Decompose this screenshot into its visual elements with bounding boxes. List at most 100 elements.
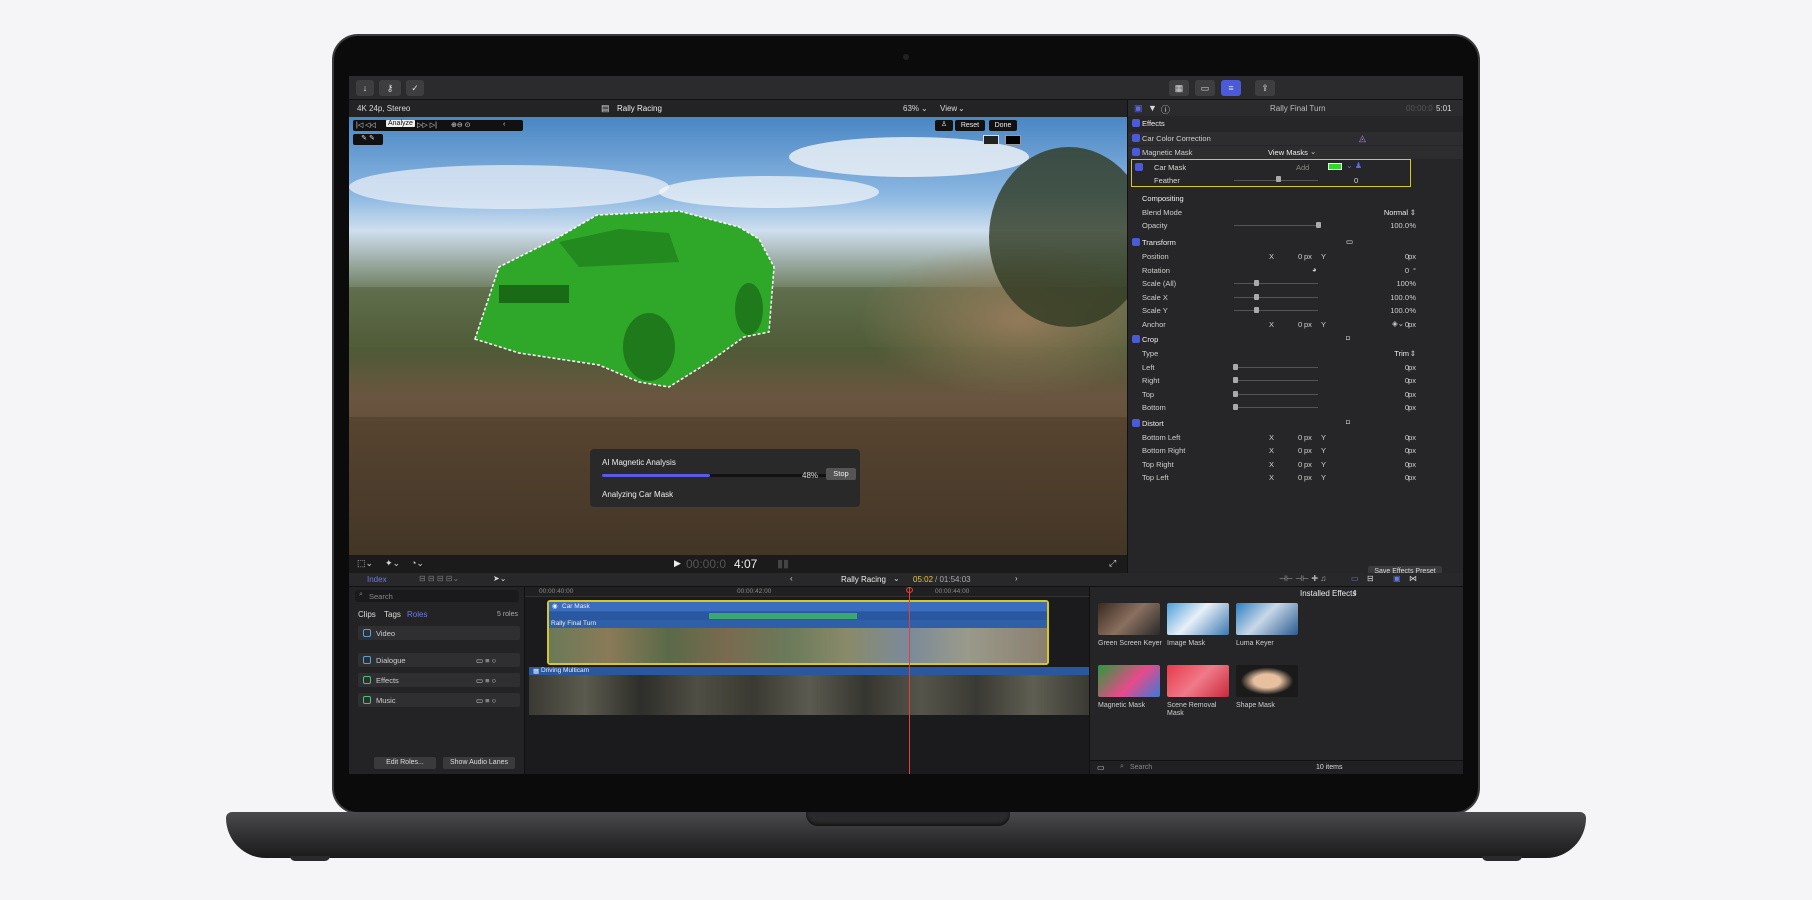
chevron-left-icon[interactable]: ‹ <box>790 574 793 583</box>
tab-tags[interactable]: Tags <box>384 610 401 619</box>
select-tool-icon[interactable]: ➤⌄ <box>493 574 506 583</box>
checkbox[interactable] <box>1135 163 1143 171</box>
step-back-icon[interactable]: |◁ ◁◁ <box>356 121 376 129</box>
transitions-icon[interactable]: ⋈ <box>1409 574 1417 583</box>
import-icon[interactable]: ↓ <box>356 80 374 96</box>
browser-toggle-icon[interactable]: ▦ <box>1169 80 1189 96</box>
blend-mode-menu[interactable]: Normal <box>1384 208 1408 217</box>
reset-button[interactable]: Reset <box>955 120 985 131</box>
car-mask-effect-bar[interactable]: ◉ Car Mask <box>549 602 1047 611</box>
tab-roles[interactable]: Roles <box>407 610 427 619</box>
scale-slider[interactable] <box>1234 310 1318 311</box>
analyze-button[interactable]: Analyze <box>386 120 415 127</box>
zoom-menu[interactable]: 63% <box>903 104 919 113</box>
anchor-row[interactable]: Anchor X 0 px Y 0 px ◈⌄ <box>1128 318 1463 331</box>
fullscreen-icon[interactable]: ⤢ <box>1109 558 1116 569</box>
scale-y-row[interactable]: Scale Y 100.0% <box>1128 304 1463 317</box>
effects-browser-icon[interactable]: ▣ <box>1393 574 1401 583</box>
role-video[interactable]: Video <box>358 626 520 640</box>
role-dialogue[interactable]: Dialogue ▭ ≡ ○ <box>358 653 520 667</box>
filter-icon[interactable]: ▼ <box>1148 103 1157 113</box>
crop-bottom-row[interactable]: Bottom 0 px <box>1128 401 1463 414</box>
opacity-value[interactable]: 100.0 <box>1390 221 1409 230</box>
opacity-row[interactable]: Opacity 100.0% <box>1128 219 1463 232</box>
timeline-project-menu[interactable]: Rally Racing <box>841 575 886 584</box>
multicam-clip-header[interactable]: ▦ Driving Multicam <box>529 667 1089 675</box>
rotation-row[interactable]: Rotation ◕ 0 ° <box>1128 264 1463 277</box>
scale-value[interactable]: 100.0 <box>1390 306 1409 315</box>
crop-slider[interactable] <box>1234 380 1318 381</box>
share-icon[interactable]: ⇪ <box>1255 80 1275 96</box>
role-options-icon[interactable]: ▭ ≡ ○ <box>476 676 496 685</box>
speed-tool-icon[interactable]: ◔⌄ <box>411 558 424 569</box>
effect-row[interactable]: Magnetic Mask View Masks ⌄ <box>1128 146 1463 159</box>
role-options-icon[interactable]: ▭ ≡ ○ <box>476 656 496 665</box>
role-options-icon[interactable]: ▭ ≡ ○ <box>476 696 496 705</box>
checkbox[interactable] <box>1132 119 1140 127</box>
blend-mode-row[interactable]: Blend Mode Normal ⇕ <box>1128 206 1463 219</box>
x-value[interactable]: 0 <box>1298 473 1302 482</box>
checkbox[interactable] <box>363 629 371 637</box>
play-icon[interactable]: ▶ <box>674 558 681 569</box>
keywords-icon[interactable]: ⚷ <box>379 80 401 96</box>
crop-slider[interactable] <box>1234 394 1318 395</box>
checkbox[interactable] <box>1132 419 1140 427</box>
timeline-tools-icon[interactable]: ⊣⊢ ⊣⊢ ✚ ♫ <box>1279 574 1326 583</box>
crop-slider[interactable] <box>1234 407 1318 408</box>
checkbox[interactable] <box>1132 335 1140 343</box>
crop-type-row[interactable]: Type Trim ⇕ <box>1128 347 1463 360</box>
mask-tools-icon[interactable]: ⊕⊖ ⊙ <box>451 121 471 129</box>
distort-controls-icon[interactable]: ⌑ <box>1346 418 1350 427</box>
effects-category-menu[interactable]: Installed Effects <box>1300 589 1356 598</box>
onscreen-controls-icon[interactable]: ▭ <box>1346 237 1353 246</box>
skimming-icon[interactable]: ▭ <box>1351 574 1359 583</box>
car-mask-selection[interactable]: Car Mask Add ⌄ ♟ Feather 0 <box>1131 159 1411 187</box>
x-value[interactable]: 0 <box>1298 252 1302 261</box>
view-menu[interactable]: View <box>940 104 957 113</box>
color-board-icon[interactable]: ◬ <box>1359 133 1366 144</box>
timeline-ruler[interactable]: 00:00:40:00 00:00:42:00 00:00:44:00 <box>525 587 1089 597</box>
video-inspector-icon[interactable]: ▣ <box>1134 103 1143 114</box>
distort-row[interactable]: Bottom Left X 0 px Y 0 px <box>1128 431 1463 444</box>
scale-slider[interactable] <box>1234 297 1318 298</box>
x-value[interactable]: 0 <box>1298 320 1302 329</box>
opacity-slider[interactable] <box>1234 225 1318 226</box>
chevron-left-icon[interactable]: ‹ <box>503 121 505 128</box>
enhance-tool-icon[interactable]: ✦⌄ <box>385 558 400 569</box>
playhead-handle[interactable] <box>906 587 913 593</box>
keyframe-icon[interactable]: ◈⌄ <box>1392 319 1404 328</box>
add-shape-menu[interactable]: Add <box>1296 163 1309 172</box>
edit-tools-icon[interactable]: ⊟ ⊟ ⊟ ⊟⌄ <box>419 574 459 583</box>
chevron-right-icon[interactable]: › <box>1015 574 1018 583</box>
slider-knob[interactable] <box>1316 222 1321 228</box>
distort-row[interactable]: Top Left X 0 px Y 0 px <box>1128 471 1463 484</box>
inspector-toggle-icon[interactable]: ≡ <box>1221 80 1241 96</box>
checkbox[interactable] <box>363 696 371 704</box>
multicam-filmstrip[interactable] <box>529 675 1089 715</box>
position-row[interactable]: Position X 0 px Y 0 px <box>1128 250 1463 263</box>
role-effects[interactable]: Effects ▭ ≡ ○ <box>358 673 520 687</box>
transform-tool-icon[interactable]: ⬚⌄ <box>357 558 373 569</box>
index-button[interactable]: Index <box>367 575 387 584</box>
distort-row[interactable]: Top Right X 0 px Y 0 px <box>1128 458 1463 471</box>
distort-row[interactable]: Bottom Right X 0 px Y 0 px <box>1128 444 1463 457</box>
slider-knob[interactable] <box>1254 307 1259 313</box>
effect-thumbnail[interactable] <box>1236 603 1298 635</box>
rotation-dial-icon[interactable]: ◕ <box>1312 265 1317 274</box>
person-icon[interactable]: ♙ <box>935 120 953 131</box>
timeline[interactable]: 00:00:40:00 00:00:42:00 00:00:44:00 ◉ Ca… <box>525 587 1089 774</box>
snapshot-icon[interactable]: ⊟ <box>1367 574 1374 583</box>
scale-slider[interactable] <box>1234 283 1318 284</box>
mask-color-swatch[interactable] <box>1328 163 1342 170</box>
checkbox[interactable] <box>363 676 371 684</box>
effect-thumbnail[interactable] <box>1167 603 1229 635</box>
scale-x-row[interactable]: Scale X 100.0% <box>1128 291 1463 304</box>
person-icon[interactable]: ⌄ ♟ <box>1346 161 1362 170</box>
slider-knob[interactable] <box>1276 176 1281 182</box>
viewer-canvas[interactable]: |◁ ◁◁ Analyze ▷▷ ▷| ⊕⊖ ⊙ ‹ ✎ ✎ ♙ Reset D… <box>349 117 1127 555</box>
checkbox[interactable] <box>1132 148 1140 156</box>
slider-knob[interactable] <box>1254 280 1259 286</box>
x-value[interactable]: 0 <box>1298 446 1302 455</box>
effects-search-input[interactable]: Search <box>1130 764 1152 771</box>
sidebar-toggle-icon[interactable]: ▭ <box>1097 763 1105 772</box>
